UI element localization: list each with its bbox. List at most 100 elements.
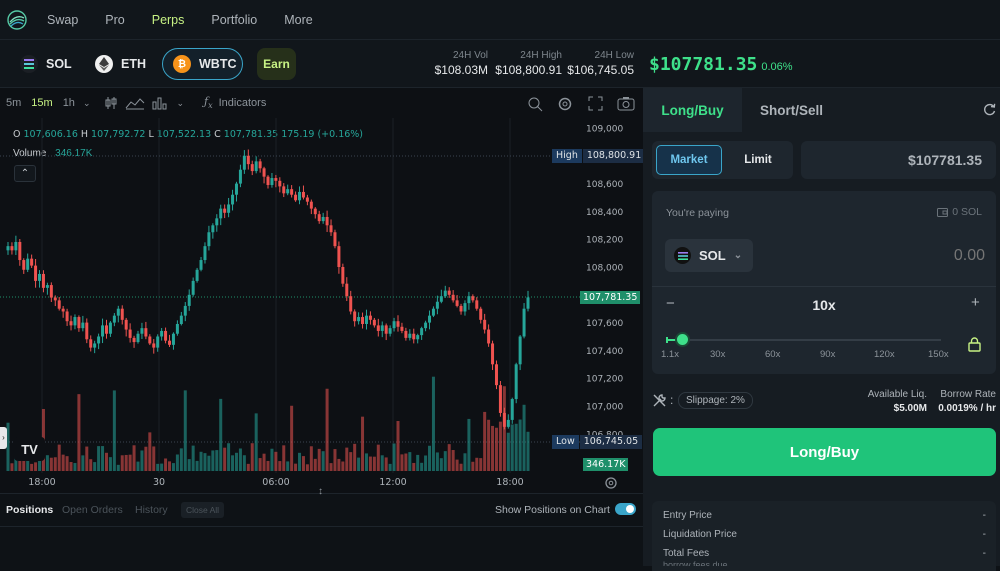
candle-body (341, 267, 345, 284)
interval-5m[interactable]: 5m (6, 97, 21, 109)
volume-bar (451, 450, 455, 471)
candle-body (258, 161, 262, 169)
candle-body (345, 283, 349, 297)
slippage-button[interactable]: Slippage: 2% (678, 392, 753, 409)
candle-body (175, 323, 179, 334)
limit-order-button[interactable]: Limit (726, 145, 790, 175)
chart-settings-icon[interactable] (604, 476, 618, 490)
leverage-mark-30[interactable]: 30x (710, 349, 725, 360)
volume-bar (108, 457, 112, 471)
volume-bar (313, 458, 317, 471)
candle-body (128, 329, 132, 338)
volume-bar (282, 445, 286, 471)
price-chart[interactable]: 18:003006:0012:0018:00109,000108,800108,… (0, 118, 643, 493)
candle-body (262, 168, 266, 177)
close-all-button[interactable]: Close All (181, 502, 225, 518)
nav-swap[interactable]: Swap (47, 13, 78, 27)
pay-amount-input[interactable] (843, 242, 985, 269)
tab-open-orders[interactable]: Open Orders (62, 504, 123, 516)
candle-body (278, 180, 282, 187)
volume-bar (97, 446, 101, 471)
nav-perps[interactable]: Perps (152, 13, 185, 27)
volume-bar (81, 455, 85, 471)
leverage-slider-handle[interactable] (674, 332, 690, 347)
indicators-button[interactable]: Indicators (219, 97, 267, 109)
volume-bar (152, 446, 156, 471)
earn-button[interactable]: Earn (257, 48, 296, 80)
x-tick-label: 06:00 (262, 477, 289, 488)
volume-bar (286, 461, 290, 471)
volume-bar (404, 453, 408, 471)
candle-body (364, 315, 368, 324)
interval-1h[interactable]: 1h (63, 97, 75, 109)
interval-15m[interactable]: 15m (31, 97, 52, 109)
app-logo-icon[interactable] (7, 9, 27, 30)
bar-chart-icon[interactable] (152, 96, 168, 110)
volume-bar (242, 455, 246, 471)
candle-body (420, 328, 424, 336)
candle-body (116, 308, 120, 316)
volume-bar (298, 452, 302, 471)
volume-bar (439, 458, 443, 471)
volume-bar (487, 419, 491, 471)
refresh-icon[interactable] (983, 103, 996, 116)
candle-body (376, 325, 380, 331)
candle-body (22, 260, 26, 270)
stat-value: $108.03M (434, 63, 488, 77)
stat-24h-vol: 24H Vol $108.03M (432, 50, 488, 77)
volume-bar (144, 446, 148, 471)
fullscreen-icon[interactable] (588, 96, 603, 111)
side-toggle-handle[interactable]: › (0, 427, 7, 449)
token-tab-wbtc[interactable]: ₿ WBTC (162, 48, 243, 80)
leverage-slider[interactable] (666, 332, 941, 347)
token-tab-eth[interactable]: ETH (95, 48, 146, 80)
tab-positions[interactable]: Positions (6, 504, 53, 516)
tab-long-buy[interactable]: Long/Buy (643, 88, 742, 132)
volume-bar (85, 446, 89, 471)
candle-body (93, 343, 97, 348)
candlestick-type-icon[interactable] (104, 96, 118, 110)
indicators-icon[interactable]: ƒx (204, 95, 213, 110)
candle-body (443, 290, 447, 297)
leverage-mark-1[interactable]: 1.1x (661, 349, 679, 360)
resize-handle-icon[interactable]: ↕ (318, 486, 323, 497)
nav-more[interactable]: More (284, 13, 312, 27)
camera-icon[interactable] (617, 96, 635, 111)
lock-icon[interactable] (968, 337, 981, 352)
leverage-mark-60[interactable]: 60x (765, 349, 780, 360)
show-positions-toggle[interactable] (615, 503, 636, 515)
market-order-button[interactable]: Market (656, 145, 722, 175)
tab-history[interactable]: History (135, 504, 168, 516)
volume-bar (171, 463, 175, 471)
pay-token-select[interactable]: SOL ⌄ (665, 239, 753, 272)
chevron-down-icon[interactable]: ⌄ (176, 98, 184, 109)
drawing-tools-icon[interactable] (527, 96, 543, 112)
y-tick-label: 107,600 (586, 319, 623, 329)
candle-body (368, 315, 372, 320)
area-chart-icon[interactable] (125, 96, 145, 110)
leverage-increase-button[interactable]: + (971, 294, 980, 311)
limit-price-display[interactable]: $107781.35 (801, 141, 996, 179)
tab-short-sell[interactable]: Short/Sell (742, 88, 841, 132)
volume-bar (392, 443, 396, 471)
long-buy-submit-button[interactable]: Long/Buy (653, 428, 996, 476)
nav-pro[interactable]: Pro (105, 13, 124, 27)
nav-portfolio[interactable]: Portfolio (211, 13, 257, 27)
candle-body (494, 364, 498, 386)
leverage-mark-90[interactable]: 90x (820, 349, 835, 360)
leverage-mark-150[interactable]: 150x (928, 349, 949, 360)
chevron-down-icon[interactable]: ⌄ (83, 98, 91, 109)
candle-body (266, 176, 270, 185)
candle-body (321, 216, 325, 222)
token-tab-sol[interactable]: SOL (20, 48, 72, 80)
leverage-mark-120[interactable]: 120x (874, 349, 895, 360)
candle-body (392, 321, 396, 329)
volume-bar (175, 454, 179, 471)
x-tick-label: 18:00 (28, 477, 55, 488)
tradingview-logo-icon[interactable]: TV (14, 437, 45, 461)
candle-body (274, 178, 278, 181)
volume-bar (290, 405, 294, 471)
gear-icon[interactable] (557, 96, 573, 112)
volume-bar (219, 398, 223, 471)
tools-icon[interactable] (652, 393, 667, 408)
